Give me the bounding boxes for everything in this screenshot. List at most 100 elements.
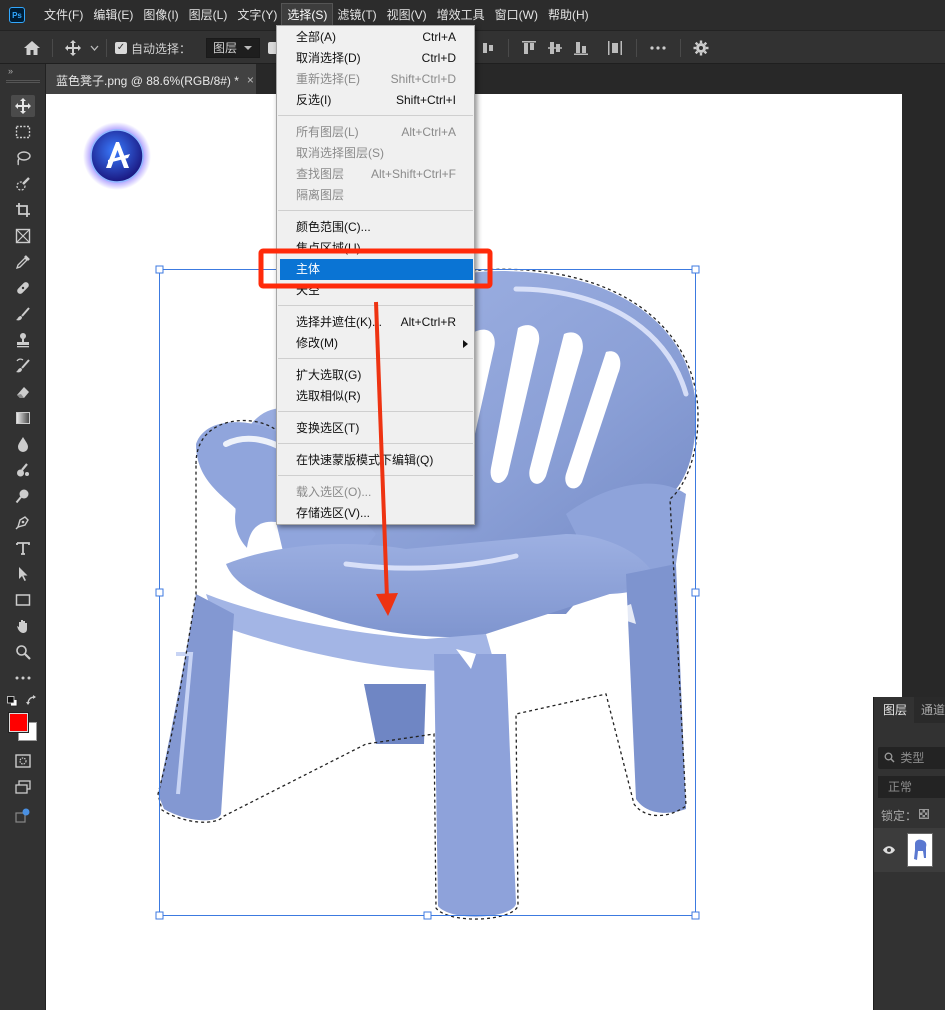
zoom-tool-icon[interactable] xyxy=(11,641,35,663)
move-icon[interactable] xyxy=(60,31,86,65)
type-tool-icon[interactable] xyxy=(11,537,35,559)
menu-type[interactable]: 文字(Y) xyxy=(232,4,282,26)
screen-mode-icon[interactable] xyxy=(11,776,35,798)
history-brush-tool-icon[interactable] xyxy=(11,355,35,377)
lasso-tool-icon[interactable] xyxy=(11,147,35,169)
gradient-tool-icon[interactable] xyxy=(11,407,35,429)
blend-mode-dropdown[interactable]: 正常 xyxy=(878,776,945,798)
menu-item-find-layers[interactable]: 查找图层 Alt+Shift+Ctrl+F xyxy=(277,164,474,185)
menu-item-inverse[interactable]: 反选(I) Shift+Ctrl+I xyxy=(277,90,474,111)
marquee-tool-icon[interactable] xyxy=(11,121,35,143)
tab-channels[interactable]: 通道 xyxy=(921,697,945,723)
clone-stamp-tool-icon[interactable] xyxy=(11,329,35,351)
distribute-icon[interactable] xyxy=(604,31,626,65)
eraser-tool-icon[interactable] xyxy=(11,381,35,403)
menu-separator xyxy=(278,411,473,412)
menu-item-select-all[interactable]: 全部(A) Ctrl+A xyxy=(277,27,474,48)
menu-help[interactable]: 帮助(H) xyxy=(543,4,594,26)
menu-item-deselect-layers[interactable]: 取消选择图层(S) xyxy=(277,143,474,164)
menu-select[interactable]: 选择(S) xyxy=(281,3,334,27)
menu-item-select-and-mask[interactable]: 选择并遮住(K)... Alt+Ctrl+R xyxy=(277,312,474,333)
menu-item-reselect[interactable]: 重新选择(E) Shift+Ctrl+D xyxy=(277,69,474,90)
swap-colors-icon[interactable] xyxy=(26,695,38,710)
home-icon[interactable] xyxy=(18,31,46,65)
more-tools-icon[interactable] xyxy=(11,667,35,689)
menu-item-save-selection[interactable]: 存储选区(V)... xyxy=(277,503,474,524)
menu-item-transform-selection[interactable]: 变换选区(T) xyxy=(277,418,474,439)
toolbar-grip[interactable] xyxy=(6,80,40,83)
align-left-icon[interactable] xyxy=(478,31,498,65)
menu-window[interactable]: 窗口(W) xyxy=(490,4,543,26)
menu-item-color-range[interactable]: 颜色范围(C)... xyxy=(277,217,474,238)
check-icon: ✓ xyxy=(115,42,127,54)
photoshop-logo-icon: Ps xyxy=(9,7,25,23)
gear-icon[interactable] xyxy=(690,31,712,65)
menu-view[interactable]: 视图(V) xyxy=(382,4,432,26)
menu-item-all-layers[interactable]: 所有图层(L) Alt+Ctrl+A xyxy=(277,122,474,143)
menu-layer[interactable]: 图层(L) xyxy=(184,4,233,26)
menu-item-grow[interactable]: 扩大选取(G) xyxy=(277,365,474,386)
menu-plugins[interactable]: 增效工具 xyxy=(432,4,490,26)
menu-item-focus-area[interactable]: 焦点区域(U)... xyxy=(277,238,474,259)
menu-file[interactable]: 文件(F) xyxy=(39,4,88,26)
dodge-tool-icon[interactable] xyxy=(11,485,35,507)
menu-filter[interactable]: 滤镜(T) xyxy=(332,4,381,26)
menu-item-load-selection[interactable]: 载入选区(O)... xyxy=(277,482,474,503)
hand-tool-icon[interactable] xyxy=(11,615,35,637)
menu-item-isolate-layers[interactable]: 隔离图层 xyxy=(277,185,474,206)
menu-image[interactable]: 图像(I) xyxy=(138,4,183,26)
tab-layers[interactable]: 图层 xyxy=(874,697,914,723)
smudge-tool-icon[interactable] xyxy=(11,459,35,481)
edit-toolbar-icon[interactable] xyxy=(11,804,35,826)
menu-item-quick-mask-edit[interactable]: 在快速蒙版模式下编辑(Q) xyxy=(277,450,474,471)
tool-bar: » xyxy=(0,64,46,1010)
auto-select-checkbox[interactable]: ✓ xyxy=(114,31,128,65)
healing-brush-tool-icon[interactable] xyxy=(11,277,35,299)
align-vcenter-icon[interactable] xyxy=(544,31,566,65)
chevron-down-icon[interactable] xyxy=(87,31,101,65)
menu-item-subject[interactable]: 主体 xyxy=(280,259,473,280)
menu-separator xyxy=(278,358,473,359)
collapse-panel-icon[interactable]: » xyxy=(8,66,13,76)
menu-item-similar[interactable]: 选取相似(R) xyxy=(277,386,474,407)
menu-separator xyxy=(278,115,473,116)
menu-item-deselect[interactable]: 取消选择(D) Ctrl+D xyxy=(277,48,474,69)
move-tool-icon[interactable] xyxy=(11,95,35,117)
layer-filter-placeholder: 类型 xyxy=(900,751,925,765)
quick-mask-icon[interactable] xyxy=(11,750,35,772)
menu-item-modify[interactable]: 修改(M) xyxy=(277,333,474,354)
foreground-color-swatch[interactable] xyxy=(8,712,29,733)
menu-edit[interactable]: 编辑(E) xyxy=(88,4,138,26)
eye-icon[interactable] xyxy=(882,844,896,858)
default-colors-icon[interactable] xyxy=(7,696,18,710)
pen-tool-icon[interactable] xyxy=(11,511,35,533)
menu-item-sky[interactable]: 天空 xyxy=(277,280,474,301)
watermark-logo-icon xyxy=(83,122,151,190)
divider xyxy=(106,39,107,57)
align-top-icon[interactable] xyxy=(518,31,540,65)
close-icon[interactable]: × xyxy=(247,73,254,87)
more-icon[interactable] xyxy=(646,31,670,65)
brush-tool-icon[interactable] xyxy=(11,303,35,325)
layers-panel: 图层 通道 类型 正常 锁定： xyxy=(873,697,945,1010)
quick-select-tool-icon[interactable] xyxy=(11,173,35,195)
submenu-arrow-icon xyxy=(463,340,468,348)
divider xyxy=(680,39,681,57)
divider xyxy=(636,39,637,57)
eyedropper-tool-icon[interactable] xyxy=(11,251,35,273)
lock-transparent-pixels-icon[interactable] xyxy=(919,809,929,819)
rectangle-tool-icon[interactable] xyxy=(11,589,35,611)
crop-tool-icon[interactable] xyxy=(11,199,35,221)
divider xyxy=(508,39,509,57)
layer-filter-search[interactable]: 类型 xyxy=(878,747,945,769)
menu-separator xyxy=(278,475,473,476)
blur-tool-icon[interactable] xyxy=(11,433,35,455)
layer-row[interactable] xyxy=(874,828,945,872)
auto-select-target-dropdown[interactable]: 图层 xyxy=(200,31,266,65)
document-tab[interactable]: 蓝色凳子.png @ 88.6%(RGB/8#) * × xyxy=(46,64,256,94)
frame-tool-icon[interactable] xyxy=(11,225,35,247)
align-bottom-icon[interactable] xyxy=(570,31,592,65)
menu-separator xyxy=(278,305,473,306)
path-select-tool-icon[interactable] xyxy=(11,563,35,585)
layer-thumbnail[interactable] xyxy=(907,833,933,867)
